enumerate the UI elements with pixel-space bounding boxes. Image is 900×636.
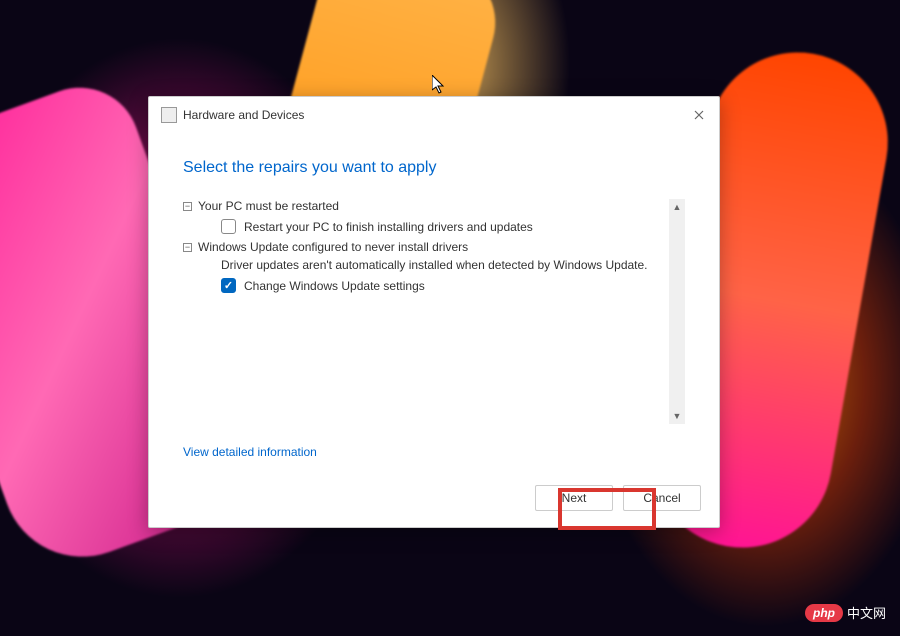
scroll-up-icon[interactable]: ▲ (669, 199, 685, 215)
next-button[interactable]: Next (535, 485, 613, 511)
repair-option-row: Change Windows Update settings (183, 278, 665, 293)
dialog-body: Select the repairs you want to apply − Y… (149, 131, 719, 473)
close-button[interactable] (689, 105, 709, 125)
repair-title: Windows Update configured to never insta… (198, 240, 468, 254)
repair-item: − Your PC must be restarted Restart your… (183, 199, 665, 234)
watermark-badge: php (805, 604, 843, 622)
repair-item: − Windows Update configured to never ins… (183, 240, 665, 293)
collapse-icon[interactable]: − (183, 243, 192, 252)
dialog-title: Hardware and Devices (183, 108, 304, 122)
close-icon (694, 110, 704, 120)
scroll-down-icon[interactable]: ▼ (669, 408, 685, 424)
cancel-button[interactable]: Cancel (623, 485, 701, 511)
troubleshooter-icon (161, 107, 177, 123)
scrollbar[interactable]: ▲ ▼ (669, 199, 685, 424)
repair-description: Driver updates aren't automatically inst… (183, 258, 665, 272)
checkbox-label: Change Windows Update settings (244, 279, 425, 293)
troubleshooter-dialog: Hardware and Devices Select the repairs … (148, 96, 720, 528)
collapse-icon[interactable]: − (183, 202, 192, 211)
checkbox-label: Restart your PC to finish installing dri… (244, 220, 533, 234)
repair-header[interactable]: − Your PC must be restarted (183, 199, 665, 213)
watermark: php 中文网 (805, 603, 886, 622)
restart-pc-checkbox[interactable] (221, 219, 236, 234)
dialog-titlebar: Hardware and Devices (149, 97, 719, 131)
change-update-settings-checkbox[interactable] (221, 278, 236, 293)
repair-header[interactable]: − Windows Update configured to never ins… (183, 240, 665, 254)
repair-title: Your PC must be restarted (198, 199, 339, 213)
dialog-footer: Next Cancel (149, 473, 719, 527)
watermark-text: 中文网 (847, 603, 886, 622)
repairs-list: − Your PC must be restarted Restart your… (183, 199, 685, 293)
view-detailed-information-link[interactable]: View detailed information (183, 445, 317, 459)
page-heading: Select the repairs you want to apply (183, 159, 685, 177)
repair-option-row: Restart your PC to finish installing dri… (183, 219, 665, 234)
